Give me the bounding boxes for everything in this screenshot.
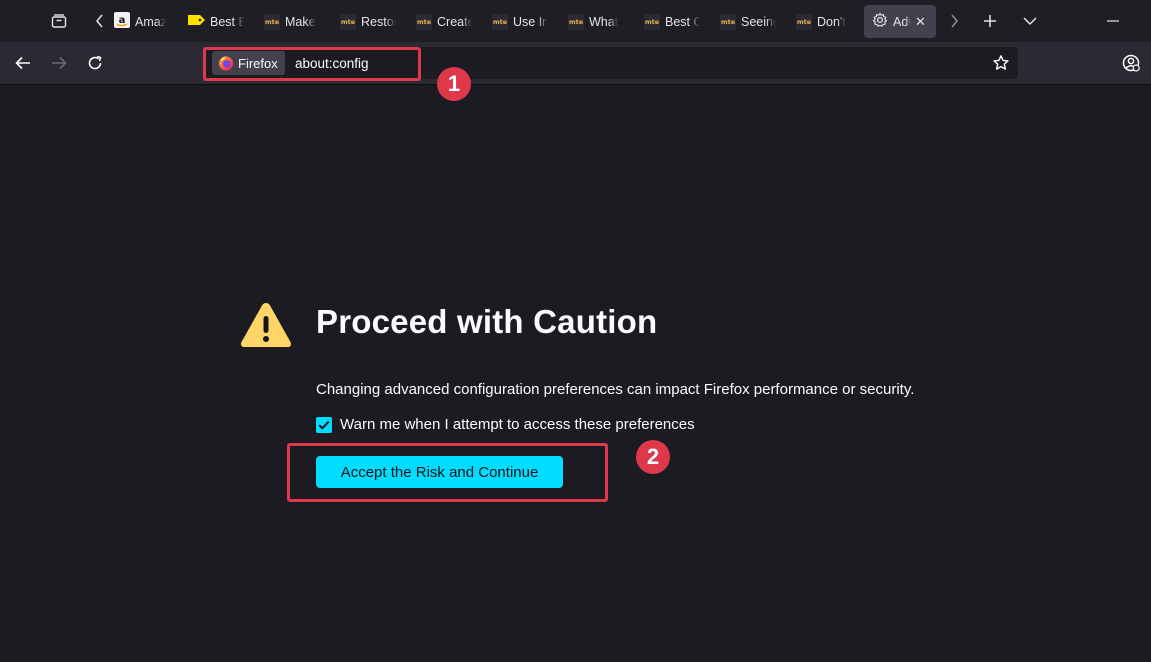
navigation-toolbar: Firefox about:config <box>0 42 1151 85</box>
mte-icon: mte <box>796 13 812 30</box>
warning-checkbox-row[interactable]: Warn me when I attempt to access these p… <box>316 416 695 433</box>
tab-title: Use In <box>513 14 548 29</box>
tab-title: Make <box>285 14 316 29</box>
tab-strip: a Amazon Best Buy mte Make mte Restore m… <box>0 0 1151 42</box>
annotation-badge-1: 1 <box>437 67 471 101</box>
mte-icon: mte <box>416 13 432 30</box>
tabs-list-icon <box>51 14 67 28</box>
new-tab-button[interactable] <box>979 11 1001 31</box>
reload-button[interactable] <box>83 52 107 74</box>
mte-icon: mte <box>644 13 660 30</box>
checkmark-icon <box>318 420 330 430</box>
tab-best-c[interactable]: mte Best C <box>644 5 700 38</box>
chevron-left-icon <box>96 14 103 28</box>
chevron-down-icon <box>1023 17 1037 26</box>
arrow-right-icon <box>52 56 67 70</box>
tab-title: Best C <box>665 14 700 29</box>
mte-icon: mte <box>720 13 736 30</box>
scroll-tabs-left-button[interactable] <box>90 11 110 31</box>
warning-checkbox[interactable] <box>316 416 332 433</box>
warning-icon <box>241 303 291 347</box>
svg-text:a: a <box>119 15 126 26</box>
mte-icon: mte <box>492 13 508 30</box>
annotation-badge-2: 2 <box>636 440 670 474</box>
plus-icon <box>984 15 996 27</box>
tab-tools-button[interactable] <box>48 11 70 31</box>
arrow-left-icon <box>15 56 30 70</box>
tab-title: What <box>589 14 619 29</box>
forward-button[interactable] <box>47 52 71 74</box>
gear-icon <box>872 12 888 31</box>
tab-what[interactable]: mte What <box>568 5 624 38</box>
tab-title: Restore <box>361 14 396 29</box>
bookmark-star-icon[interactable] <box>992 54 1010 77</box>
minimize-icon <box>1107 20 1119 22</box>
list-all-tabs-button[interactable] <box>1019 11 1041 31</box>
tab-title: Seeing <box>741 14 776 29</box>
account-icon[interactable] <box>1121 53 1141 78</box>
tab-title: Best Buy <box>210 14 244 29</box>
back-button[interactable] <box>11 52 35 74</box>
tab-seeing[interactable]: mte Seeing <box>720 5 776 38</box>
accept-risk-button[interactable]: Accept the Risk and Continue <box>316 456 563 488</box>
reload-icon <box>88 55 102 70</box>
annotation-box-1 <box>203 47 421 81</box>
tab-best-buy[interactable]: Best Buy <box>188 5 244 38</box>
minimize-window-button[interactable] <box>1102 11 1124 31</box>
chevron-right-icon <box>951 14 958 28</box>
mte-icon: mte <box>340 13 356 30</box>
tab-title: Advanced Preferences <box>893 14 911 29</box>
tab-advanced-preferences[interactable]: Advanced Preferences ✕ <box>864 5 936 38</box>
tab-dont[interactable]: mte Don't <box>796 5 852 38</box>
page-title: Proceed with Caution <box>316 303 658 340</box>
tab-title: Don't <box>817 14 846 29</box>
warning-description: Changing advanced configuration preferen… <box>316 381 915 398</box>
mte-icon: mte <box>264 13 280 30</box>
tab-amazon[interactable]: a Amazon <box>114 5 166 38</box>
tab-create[interactable]: mte Create <box>416 5 472 38</box>
mte-icon: mte <box>568 13 584 30</box>
tab-make[interactable]: mte Make <box>264 5 320 38</box>
bestbuy-tag-icon <box>188 14 205 29</box>
scroll-tabs-right-button[interactable] <box>944 11 964 31</box>
amazon-icon: a <box>114 12 130 31</box>
tab-title: Create <box>437 14 472 29</box>
warning-checkbox-label: Warn me when I attempt to access these p… <box>340 416 695 433</box>
tab-title: Amazon <box>135 14 166 29</box>
tab-use-in[interactable]: mte Use In <box>492 5 548 38</box>
tab-restore[interactable]: mte Restore <box>340 5 396 38</box>
close-tab-icon[interactable]: ✕ <box>915 14 926 30</box>
